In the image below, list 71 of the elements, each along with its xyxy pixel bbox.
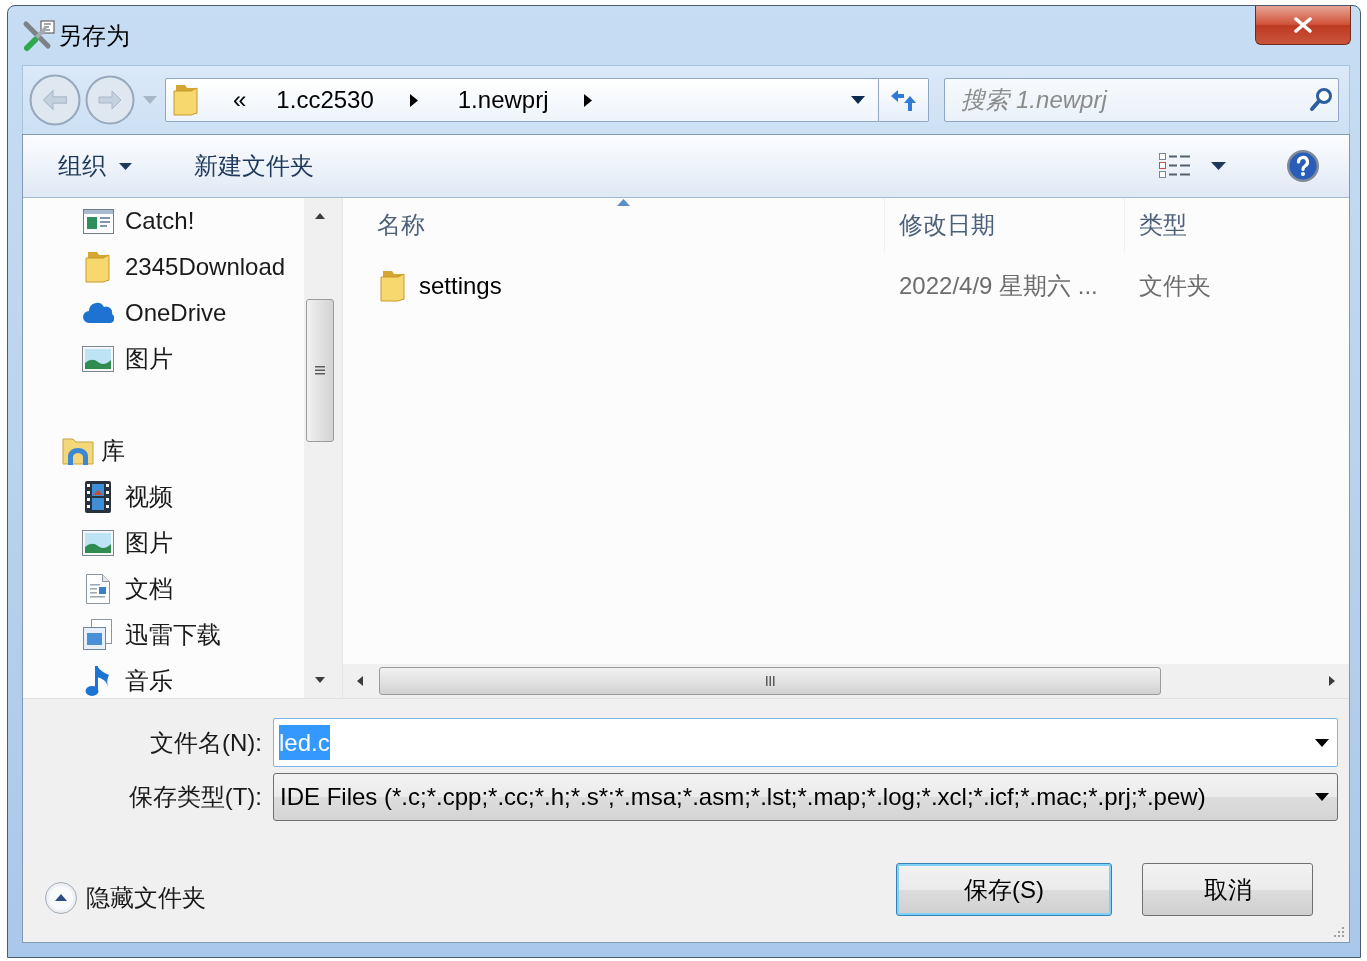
breadcrumb-overflow[interactable]: « <box>229 86 251 114</box>
caret-down-icon[interactable] <box>1315 738 1329 747</box>
resize-grip-icon <box>1331 924 1345 938</box>
window-icon <box>82 208 114 234</box>
caret-down-icon <box>1211 162 1226 170</box>
caret-up-icon <box>315 213 325 219</box>
nav-item[interactable]: 图片 <box>23 520 304 566</box>
organize-button[interactable]: 组织 <box>50 146 140 186</box>
cloud-icon <box>82 302 114 324</box>
search-field[interactable]: 搜索 1.newprj <box>944 78 1339 122</box>
modified-date-text: 2022/4/9 星期六 ... <box>899 272 1098 300</box>
field-label: 文件名(N): <box>149 728 262 757</box>
selected-text: led.c <box>279 725 330 760</box>
music-note-icon <box>85 664 111 698</box>
caret-right-icon <box>1329 676 1335 686</box>
folder-icon <box>173 84 199 116</box>
refresh-button[interactable] <box>879 78 930 122</box>
folder-icon <box>380 270 406 302</box>
scrollbar-thumb[interactable] <box>306 299 334 442</box>
folder-icon <box>85 251 111 283</box>
nav-item[interactable]: 文档 <box>23 566 304 612</box>
save-type-dropdown[interactable]: IDE Files (*.c;*.cpp;*.cc;*.h;*.s*;*.msa;*.asm;*.lst;*.map;*.log;*.xcl;*.icf;*.mac;*.prj;*.pew) <box>273 773 1338 821</box>
scrollbar-thumb[interactable] <box>379 667 1161 695</box>
nav-item[interactable]: OneDrive <box>23 290 304 336</box>
picture-icon <box>82 346 114 372</box>
grip-icon <box>315 366 325 375</box>
address-bar[interactable]: « 1.cc2530 1.newprj <box>165 78 880 122</box>
caret-down-icon <box>1315 793 1329 801</box>
close-icon <box>1293 17 1313 33</box>
nav-item[interactable]: 音乐 <box>23 658 304 698</box>
column-header[interactable]: 修改日期 <box>885 198 1125 252</box>
dialog-button[interactable]: 取消 <box>1142 863 1313 916</box>
caret-down-icon <box>119 162 132 170</box>
grip-icon <box>765 676 775 686</box>
nav-item[interactable]: 库 <box>23 428 304 474</box>
caret-down-icon[interactable] <box>851 96 866 104</box>
breadcrumb-item[interactable]: 1.cc2530 <box>272 86 378 114</box>
nav-item[interactable]: 视频 <box>23 474 304 520</box>
document-icon <box>86 574 110 604</box>
nav-item[interactable]: 2345Download <box>23 244 304 290</box>
help-icon <box>1286 149 1320 183</box>
film-strip-icon <box>85 481 111 513</box>
hide-folders-button[interactable]: 隐藏文件夹 <box>44 881 206 915</box>
search-icon <box>1309 87 1333 113</box>
circle-caret-up-icon <box>44 881 78 915</box>
nav-item[interactable]: 图片 <box>23 336 304 382</box>
dialog-button[interactable]: 保存(S) <box>896 863 1112 916</box>
picture-icon <box>82 530 114 556</box>
file-type-text: 文件夹 <box>1139 272 1211 300</box>
refresh-icon <box>890 88 918 112</box>
breadcrumb-arrow-icon[interactable] <box>584 93 593 107</box>
library-icon <box>61 435 95 467</box>
documents-icon <box>83 619 113 651</box>
nav-item[interactable]: 迅雷下载 <box>23 612 304 658</box>
tools-icon <box>22 19 56 53</box>
caret-down-icon <box>315 677 325 683</box>
view-list-icon <box>1159 153 1191 179</box>
column-header[interactable]: 类型 <box>1125 198 1349 252</box>
sort-arrow-icon <box>617 199 630 206</box>
file-name-text: settings <box>419 272 502 300</box>
caret-left-icon <box>357 676 363 686</box>
nav-item[interactable]: Catch! <box>23 198 304 244</box>
field-label: 保存类型(T): <box>127 783 262 811</box>
close-button[interactable] <box>1255 6 1351 45</box>
help-button[interactable] <box>1286 149 1320 183</box>
breadcrumb-arrow-icon[interactable] <box>409 93 418 107</box>
file-row[interactable]: settings 2022/4/9 星期六 ... 文件夹 <box>343 264 1349 308</box>
column-header[interactable]: 名称 <box>343 198 885 252</box>
new-folder-button[interactable]: 新建文件夹 <box>186 146 322 186</box>
breadcrumb-item[interactable]: 1.newprj <box>453 86 553 114</box>
window-title: 另存为 <box>58 22 130 50</box>
